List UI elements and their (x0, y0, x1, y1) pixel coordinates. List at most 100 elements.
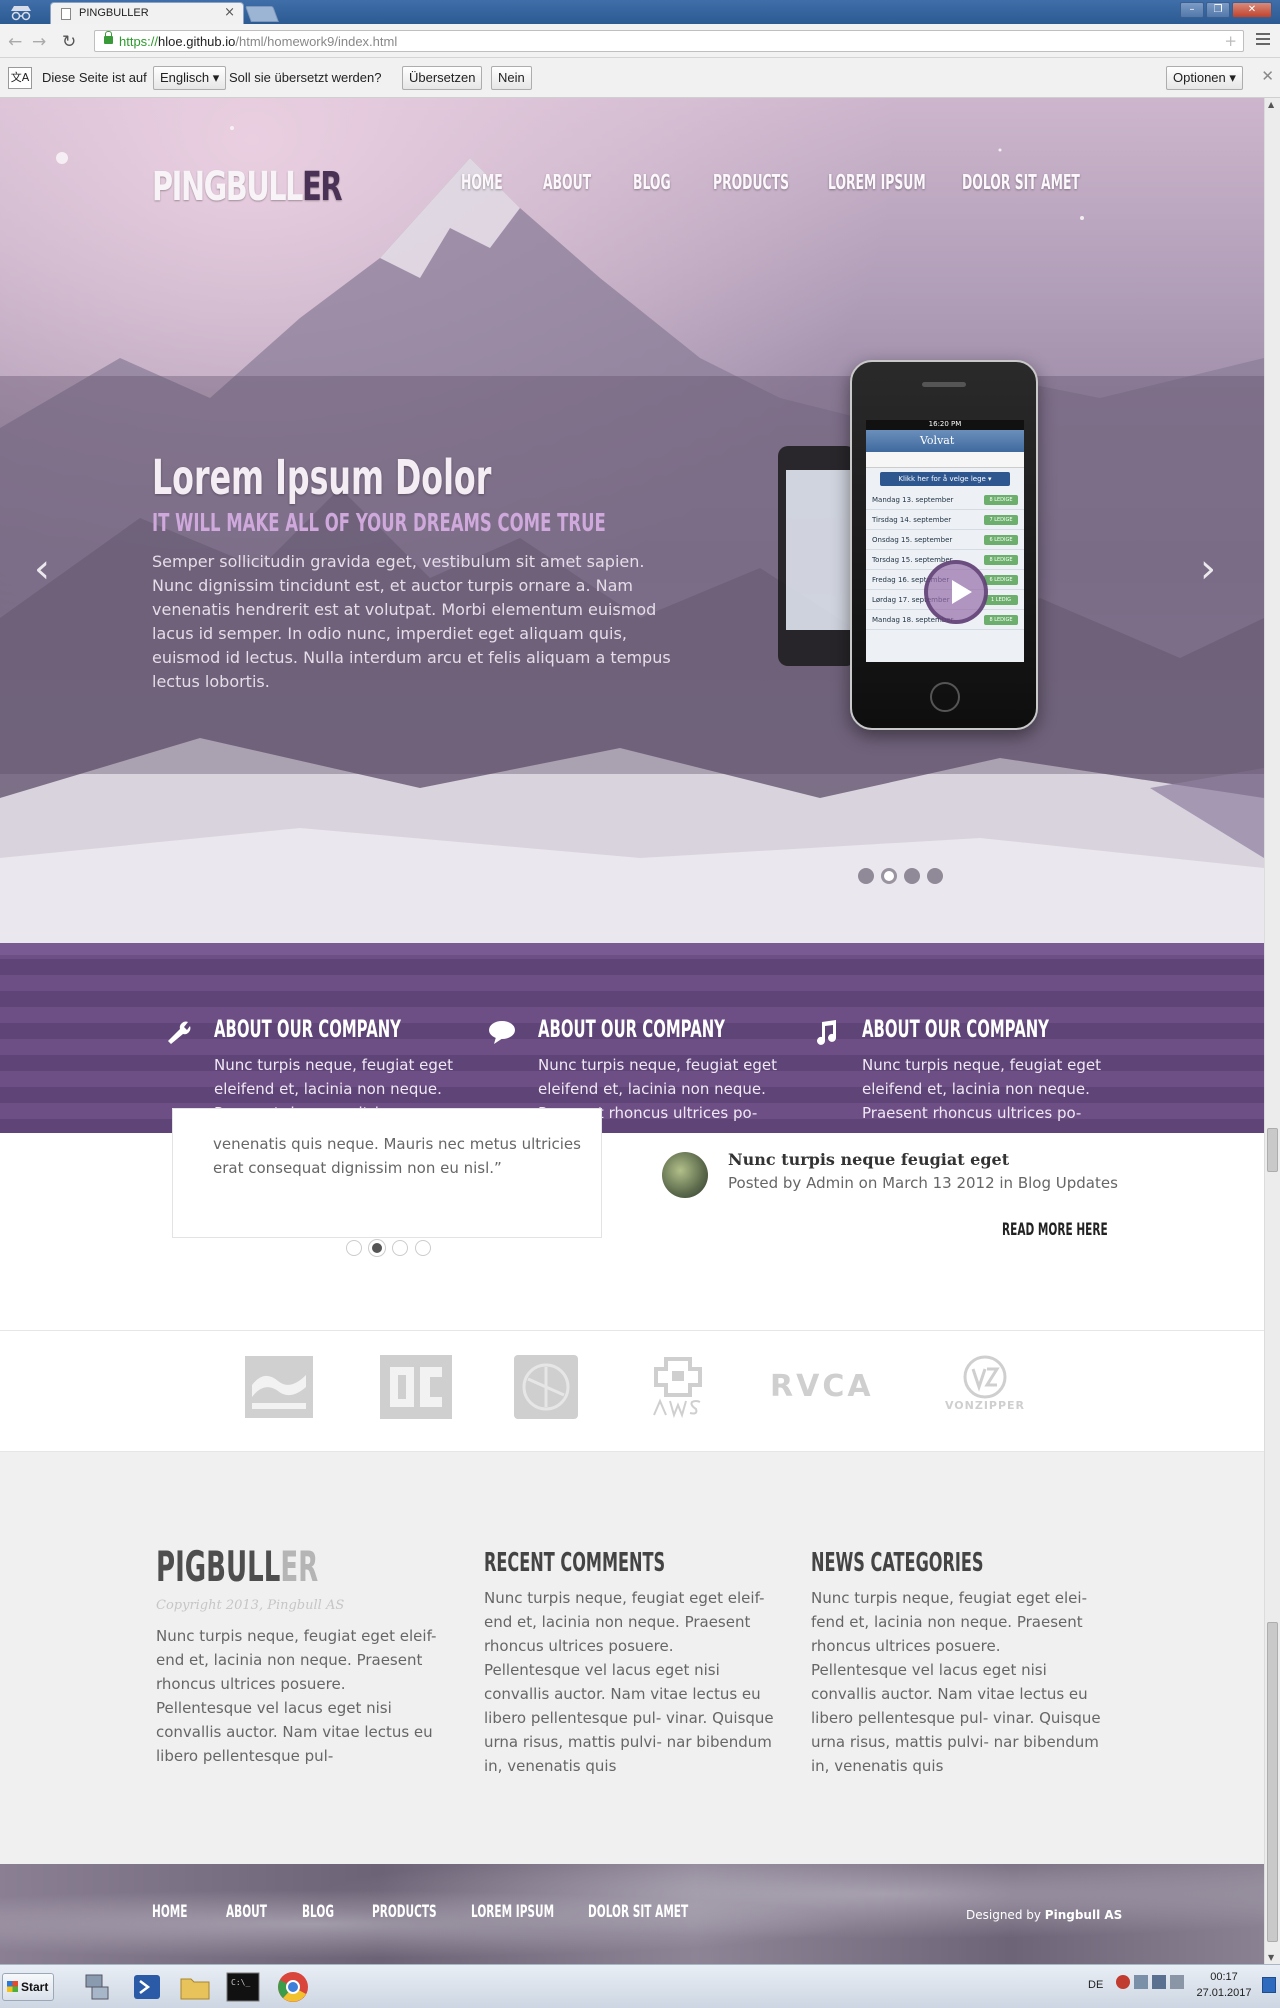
address-bar[interactable]: https://hloe.github.io/html/homework9/in… (94, 30, 1244, 52)
play-button-icon[interactable] (924, 560, 988, 624)
phone-app-tabs (866, 452, 1024, 468)
maximize-button[interactable]: ❐ (1206, 2, 1230, 18)
nav-products[interactable]: PRODUCTS (713, 170, 789, 194)
vonzipper-emblem-icon (963, 1355, 1007, 1399)
system-tray (1116, 1975, 1184, 1989)
incognito-icon (11, 6, 31, 21)
slider-prev-arrow-icon[interactable]: ‹ (34, 546, 50, 592)
browser-tab[interactable]: PINGBULLER × (50, 2, 244, 24)
slider-dot[interactable] (904, 868, 920, 884)
file-explorer-icon[interactable] (176, 1969, 214, 2005)
page-icon (61, 8, 71, 20)
footer-nav-products[interactable]: PRODUCTS (372, 1902, 437, 1922)
scroll-up-icon[interactable]: ▲ (1268, 100, 1274, 109)
footer-news-categories-title: NEWS CATEGORIES (811, 1548, 984, 1578)
site-logo[interactable]: PINGBULLER (152, 164, 342, 210)
minimize-button[interactable]: – (1180, 2, 1204, 18)
translate-options-button[interactable]: Optionen ▾ (1166, 66, 1243, 90)
footer-logo[interactable]: PIGBULLER (156, 1542, 318, 1591)
scrollbar-thumb[interactable] (1267, 1128, 1278, 1172)
footer-recent-comments-text: Nunc turpis neque, feugiat eget eleif- e… (484, 1589, 774, 1775)
rvca-logo[interactable]: RVCA (770, 1355, 880, 1419)
vonzipper-logo[interactable]: VONZIPPER (940, 1355, 1030, 1419)
awsm-logo[interactable] (652, 1355, 704, 1419)
phone-home-button (930, 682, 960, 712)
footer-about-text: Nunc turpis neque, feugiat eget eleif- e… (156, 1627, 437, 1765)
close-tab-icon[interactable]: × (224, 5, 235, 20)
flag-icon[interactable] (1134, 1975, 1148, 1989)
feature-title: ABOUT OUR COMPANY (538, 1015, 725, 1043)
input-language[interactable]: DE (1088, 1979, 1103, 1991)
slider-dot-active[interactable] (881, 868, 897, 884)
testimonial-dot[interactable] (392, 1240, 408, 1256)
nav-about[interactable]: ABOUT (543, 170, 591, 194)
phone-app-row: Onsdag 15. september 6 LEDIGE (866, 530, 1024, 550)
page-scrollbar[interactable]: ▲ ▼ (1264, 98, 1280, 1964)
scroll-down-icon[interactable]: ▼ (1268, 1953, 1274, 1962)
no-translate-button[interactable]: Nein (491, 66, 532, 90)
chrome-icon[interactable] (274, 1969, 312, 2005)
show-desktop-button[interactable] (1262, 1977, 1276, 1993)
testimonial-dot[interactable] (415, 1240, 431, 1256)
slider-dot[interactable] (927, 868, 943, 884)
site-footer: PIGBULLER Copyright 2013, Pingbull AS Nu… (0, 1452, 1264, 1864)
footer-recent-comments-title: RECENT COMMENTS (484, 1548, 666, 1578)
dc-logo[interactable] (380, 1355, 452, 1419)
reload-icon[interactable]: ↻ (62, 32, 76, 52)
hero-title: Lorem Ipsum Dolor (152, 450, 492, 506)
page-viewport: PINGBULLER HOME ABOUT BLOG PRODUCTS LORE… (0, 98, 1264, 1964)
phone-status-time: 16:20 PM (866, 420, 1024, 430)
menu-icon[interactable] (1256, 33, 1270, 48)
music-note-icon (817, 1020, 836, 1045)
footer-nav-lorem-ipsum[interactable]: LOREM IPSUM (471, 1902, 554, 1922)
vonzipper-wordmark: VONZIPPER (944, 1399, 1026, 1412)
new-tab-button[interactable] (245, 6, 279, 22)
forward-arrow-icon[interactable]: → (32, 32, 46, 52)
back-arrow-icon[interactable]: ← (8, 32, 22, 52)
post-avatar (662, 1152, 708, 1198)
phone-app-row: Tirsdag 14. september 7 LEDIGE (866, 510, 1024, 530)
slider-dot[interactable] (858, 868, 874, 884)
language-select[interactable]: Englisch ▾ (153, 66, 227, 90)
volume-icon[interactable] (1170, 1975, 1184, 1989)
nav-dolor-sit-amet[interactable]: DOLOR SIT AMET (962, 170, 1080, 194)
close-translate-icon[interactable]: ✕ (1261, 67, 1274, 85)
footer-nav-blog[interactable]: BLOG (302, 1902, 334, 1922)
footer-bottom-bar: HOME ABOUT BLOG PRODUCTS LOREM IPSUM DOL… (0, 1864, 1264, 1964)
scrollbar-thumb-lower[interactable] (1267, 1622, 1278, 1942)
network-icon[interactable] (1152, 1975, 1166, 1989)
element-logo[interactable] (514, 1355, 578, 1419)
command-prompt-icon[interactable]: C:\_ (224, 1969, 262, 2005)
taskbar-clock[interactable]: 00:17 27.01.2017 (1196, 1969, 1252, 2001)
slider-pagination (858, 868, 943, 884)
phone-image-back (778, 446, 856, 666)
powershell-icon[interactable] (128, 1969, 166, 2005)
lock-icon (104, 31, 113, 44)
billabong-logo[interactable] (244, 1355, 314, 1419)
footer-copyright: Copyright 2013, Pingbull AS (156, 1598, 345, 1613)
security-alert-icon[interactable] (1116, 1975, 1130, 1989)
translate-icon: 文A (8, 67, 32, 89)
svg-text:C:\_: C:\_ (231, 1978, 250, 1987)
network-app-icon[interactable] (78, 1969, 116, 2005)
post-meta: Posted by Admin on March 13 2012 in Blog… (728, 1174, 1118, 1192)
testimonial-dot-active[interactable] (369, 1240, 385, 1256)
bookmark-star-icon[interactable]: + (1224, 32, 1237, 50)
nav-blog[interactable]: BLOG (633, 170, 671, 194)
phone-app-cta: Klikk her for å velge lege ▾ (880, 472, 1010, 486)
translate-question: Soll sie übersetzt werden? (229, 70, 382, 85)
testimonial-dot[interactable] (346, 1240, 362, 1256)
nav-lorem-ipsum[interactable]: LOREM IPSUM (828, 170, 926, 194)
footer-nav-dolor-sit-amet[interactable]: DOLOR SIT AMET (588, 1902, 688, 1922)
start-button[interactable]: Start (2, 1973, 54, 2001)
translate-bar: 文A Diese Seite ist auf Englisch ▾ Soll s… (0, 58, 1280, 98)
slider-next-arrow-icon[interactable]: › (1200, 546, 1216, 592)
post-title[interactable]: Nunc turpis neque feugiat eget (728, 1150, 1009, 1169)
footer-nav-home[interactable]: HOME (152, 1902, 187, 1922)
close-window-button[interactable]: ✕ (1232, 2, 1272, 18)
nav-home[interactable]: HOME (461, 170, 503, 194)
testimonial-pagination (346, 1240, 431, 1256)
translate-button[interactable]: Übersetzen (402, 66, 483, 90)
read-more-link[interactable]: READ MORE HERE (1002, 1220, 1108, 1240)
footer-nav-about[interactable]: ABOUT (226, 1902, 267, 1922)
